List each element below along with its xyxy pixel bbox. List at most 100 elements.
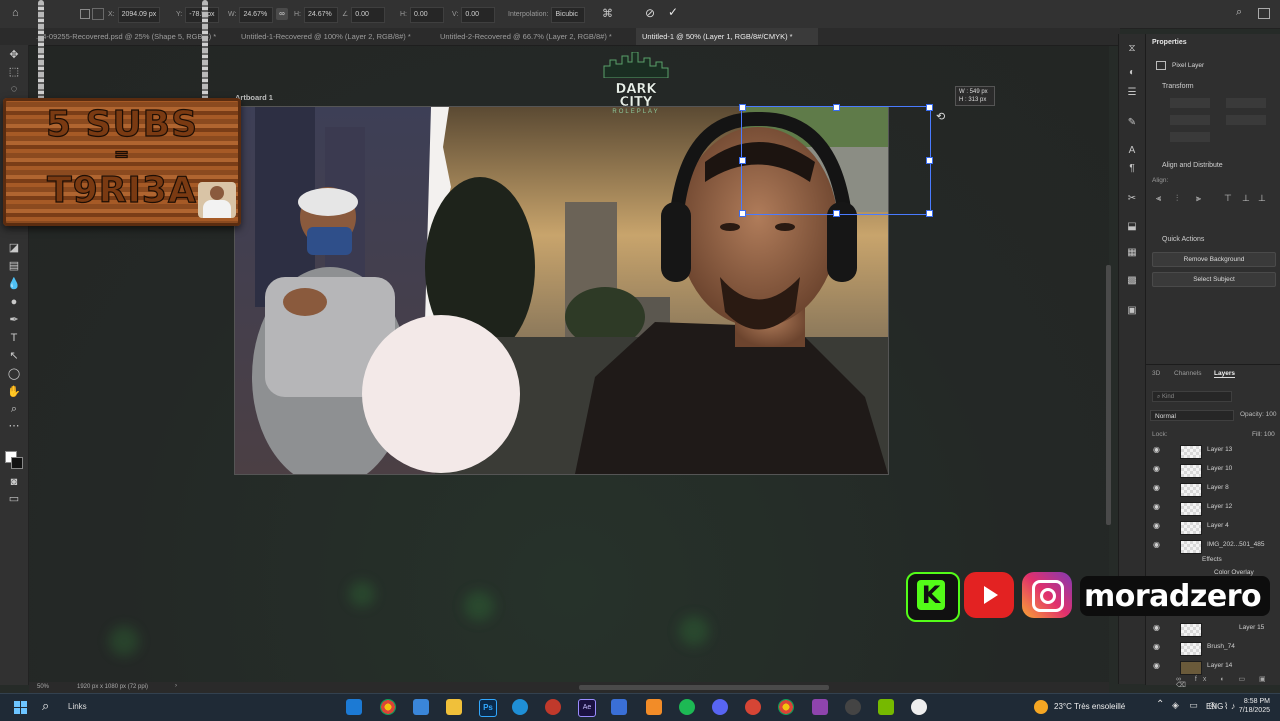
- warp-icon[interactable]: ⌘: [602, 7, 613, 20]
- tab-document-2[interactable]: Untitled-1-Recovered @ 100% (Layer 2, RG…: [235, 28, 431, 45]
- commit-transform-icon[interactable]: ✓: [668, 5, 678, 19]
- layer-row[interactable]: ◉ Layer 12: [1146, 499, 1280, 517]
- character-icon[interactable]: A: [1125, 144, 1139, 158]
- task-view-icon[interactable]: [413, 699, 429, 715]
- transform-handle[interactable]: [926, 104, 933, 111]
- h-field[interactable]: H: 24.67%: [294, 7, 338, 23]
- patterns-icon[interactable]: ▣: [1125, 304, 1139, 318]
- grid-icon[interactable]: ▩: [1125, 274, 1139, 288]
- layer-row[interactable]: ◉ Layer 4: [1146, 518, 1280, 536]
- remove-background-button[interactable]: Remove Background: [1152, 252, 1276, 267]
- interpolation-field[interactable]: Interpolation: Bicubic: [508, 7, 586, 23]
- status-menu-arrow-icon[interactable]: ›: [175, 683, 177, 689]
- swatches-icon[interactable]: ▦: [1125, 246, 1139, 260]
- teams-icon[interactable]: [611, 699, 627, 715]
- visibility-eye-icon[interactable]: ◉: [1153, 521, 1160, 530]
- layer-row[interactable]: ◉ Layer 14: [1146, 658, 1280, 676]
- brush-settings-icon[interactable]: ✎: [1125, 116, 1139, 130]
- transform-bounding-box[interactable]: [741, 106, 931, 215]
- adjustments-icon[interactable]: ◐: [1125, 66, 1139, 80]
- history-icon[interactable]: ⧖: [1125, 42, 1139, 56]
- background-color-swatch[interactable]: [11, 457, 23, 469]
- marquee-tool-icon[interactable]: ⬚: [6, 65, 22, 79]
- visibility-eye-icon[interactable]: ◉: [1153, 661, 1160, 670]
- visibility-eye-icon[interactable]: ◉: [1153, 445, 1160, 454]
- opacity-field[interactable]: Opacity: 100: [1240, 411, 1277, 418]
- tab-document-3[interactable]: Untitled-2-Recovered @ 66.7% (Layer 2, R…: [434, 28, 636, 45]
- w-field[interactable]: W: 24.67%: [228, 7, 274, 23]
- transform-handle[interactable]: [833, 104, 840, 111]
- v-skew-value[interactable]: 0.00: [461, 7, 496, 23]
- align-top-icon[interactable]: ⊤: [1224, 193, 1232, 204]
- layer-row[interactable]: ◉ IMG_202...501_485: [1146, 537, 1280, 555]
- tab-document-4[interactable]: Untitled-1 @ 50% (Layer 1, RGB/8#/CMYK) …: [636, 28, 818, 45]
- libraries-icon[interactable]: ⬓: [1125, 220, 1139, 234]
- discord-icon[interactable]: [712, 699, 728, 715]
- visibility-eye-icon[interactable]: ◉: [1153, 623, 1160, 632]
- fill-value[interactable]: 100: [1264, 431, 1275, 438]
- tray-chevron-icon[interactable]: ⌃: [1156, 699, 1164, 710]
- align-right-icon[interactable]: ⫸: [1196, 193, 1201, 204]
- align-left-icon[interactable]: ⫷: [1156, 193, 1161, 204]
- spotify-icon[interactable]: [679, 699, 695, 715]
- layer-row[interactable]: ◉ Layer 8: [1146, 480, 1280, 498]
- transform-section-title[interactable]: Transform: [1162, 83, 1194, 90]
- fill-field[interactable]: Fill: 100: [1252, 431, 1275, 438]
- layer-row[interactable]: ◉ Layer 15: [1146, 620, 1280, 638]
- align-section-title[interactable]: Align and Distribute: [1162, 162, 1223, 169]
- layer-row[interactable]: ◉ Layer 10: [1146, 461, 1280, 479]
- pen-tool-icon[interactable]: ✒: [6, 313, 22, 327]
- chrome-icon[interactable]: [380, 699, 396, 715]
- workspace-icon[interactable]: [1258, 8, 1270, 19]
- h-skew-value[interactable]: 0.00: [410, 7, 444, 23]
- shape-tool-icon[interactable]: ◯: [6, 367, 22, 381]
- layer-row[interactable]: ◉ Layer 13: [1146, 442, 1280, 460]
- chrome-profile-icon[interactable]: [778, 699, 794, 715]
- language-indicator[interactable]: ENG: [1206, 702, 1223, 711]
- dodge-tool-icon[interactable]: ●: [6, 295, 22, 309]
- angle-field[interactable]: ∠ 0.00: [342, 7, 386, 23]
- reference-point-icon[interactable]: [80, 9, 90, 19]
- h-value[interactable]: 24.67%: [304, 7, 338, 23]
- transform-handle[interactable]: [739, 157, 746, 164]
- zoom-tool-icon[interactable]: ⌕: [6, 402, 22, 416]
- home-icon[interactable]: ⌂: [12, 7, 26, 21]
- transform-handle[interactable]: [926, 157, 933, 164]
- davinci-icon[interactable]: [545, 699, 561, 715]
- v-skew-field[interactable]: V: 0.00: [452, 7, 496, 23]
- photoshop-icon[interactable]: Ps: [479, 699, 497, 717]
- type-tool-icon[interactable]: T: [6, 331, 22, 345]
- visibility-eye-icon[interactable]: ◉: [1153, 483, 1160, 492]
- select-subject-button[interactable]: Select Subject: [1152, 272, 1276, 287]
- app-icon-4[interactable]: [911, 699, 927, 715]
- x-field[interactable]: X: 2094.09 px: [108, 7, 161, 23]
- x-value[interactable]: 2094.09 px: [117, 7, 161, 23]
- nvidia-icon[interactable]: [878, 699, 894, 715]
- y-field[interactable]: Y: -78.5 px: [176, 7, 220, 23]
- after-effects-icon[interactable]: Ae: [578, 699, 596, 717]
- horizontal-scrollbar[interactable]: [579, 685, 829, 690]
- h-skew-field[interactable]: H: 0.00: [400, 7, 444, 23]
- opacity-value[interactable]: 100: [1266, 411, 1277, 418]
- reference-grid-icon[interactable]: [92, 8, 104, 20]
- taskbar-search-label[interactable]: Links: [68, 702, 87, 711]
- vscode-icon[interactable]: [346, 699, 362, 715]
- tab-layers[interactable]: Layers: [1214, 370, 1235, 378]
- visibility-eye-icon[interactable]: ◉: [1153, 642, 1160, 651]
- transform-handle[interactable]: [739, 104, 746, 111]
- winrar-icon[interactable]: [812, 699, 828, 715]
- interpolation-select[interactable]: Bicubic: [551, 7, 586, 23]
- app-icon-3[interactable]: [845, 699, 861, 715]
- zoom-level[interactable]: 50%: [37, 684, 49, 690]
- search-icon[interactable]: ⌕: [1236, 6, 1242, 19]
- path-select-tool-icon[interactable]: ↖: [6, 349, 22, 363]
- layer-row[interactable]: ◉ Brush_74: [1146, 639, 1280, 657]
- gradient-tool-icon[interactable]: ▤: [6, 259, 22, 273]
- app-icon[interactable]: [646, 699, 662, 715]
- eraser-tool-icon[interactable]: ◪: [6, 241, 22, 255]
- paragraph-icon[interactable]: ¶: [1125, 162, 1139, 176]
- windows-start-icon[interactable]: [14, 701, 27, 714]
- file-explorer-icon[interactable]: [446, 699, 462, 715]
- app-icon-2[interactable]: [745, 699, 761, 715]
- effects-row[interactable]: Effects: [1146, 555, 1280, 567]
